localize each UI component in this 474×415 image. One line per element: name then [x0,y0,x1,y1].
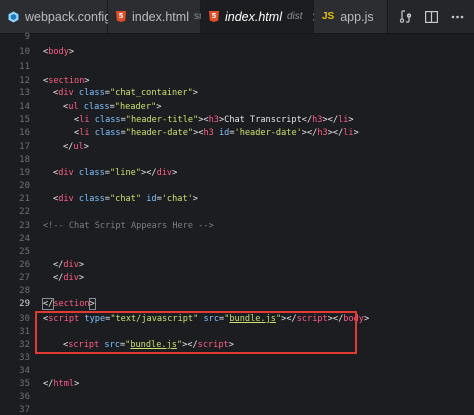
tab-index-html-src[interactable]: 5 index.html src [108,0,207,33]
tab-description: dist [286,11,303,22]
line-number: 16 [19,128,30,138]
tab-index-html-dist[interactable]: 5 index.html dist × [201,0,322,33]
code-editor-window: webpack.config.js 5 index.html src 5 ind… [0,0,474,415]
line-number: 10 [19,47,30,57]
html5-icon: 5 [209,11,219,22]
line-number: 13 [19,88,30,98]
line-number: 9 [24,32,30,42]
tab-label: app.js [340,9,374,24]
html5-icon: 5 [116,11,126,22]
tab-app-js[interactable]: JS app.js [314,0,388,33]
code-line: <div class="chat_container"> [53,88,198,98]
code-line: <li class="header-date"><h3 id='header-d… [74,128,359,138]
code-line: <body> [43,47,75,57]
code-content[interactable]: <body> <section> <div class="chat_contai… [41,34,474,415]
code-line: </html> [43,379,80,389]
highlight-box-annotation [35,311,357,354]
line-number: 37 [19,405,30,415]
line-number-current: 29 [19,299,30,309]
more-actions-icon[interactable] [451,15,464,19]
line-number: 22 [19,207,30,217]
code-comment: <!-- Chat Script Appears Here --> [43,221,214,231]
tab-label: index.html [225,9,282,24]
tab-webpack-config[interactable]: webpack.config.js [0,0,124,33]
editor-actions [399,0,474,33]
js-icon: JS [322,11,335,22]
editor-area[interactable]: 9 10 11 12 13 14 15 16 17 18 19 20 21 22… [0,32,474,415]
code-line: </ul> [63,142,89,152]
tab-label: index.html [132,9,189,24]
webpack-icon [8,11,19,23]
split-editor-icon[interactable] [425,10,438,23]
code-line: <div class="line"></div> [53,168,178,178]
code-line-current: </section> [41,298,96,310]
compare-changes-icon[interactable] [399,10,412,23]
code-line: <div class="chat" id='chat'> [53,194,198,204]
code-line: </div> [53,273,85,283]
tab-bar: webpack.config.js 5 index.html src 5 ind… [0,0,474,34]
line-number: 11 [19,62,30,72]
line-number-gutter: 9 10 11 12 13 14 15 16 17 18 19 20 21 22… [0,32,30,415]
